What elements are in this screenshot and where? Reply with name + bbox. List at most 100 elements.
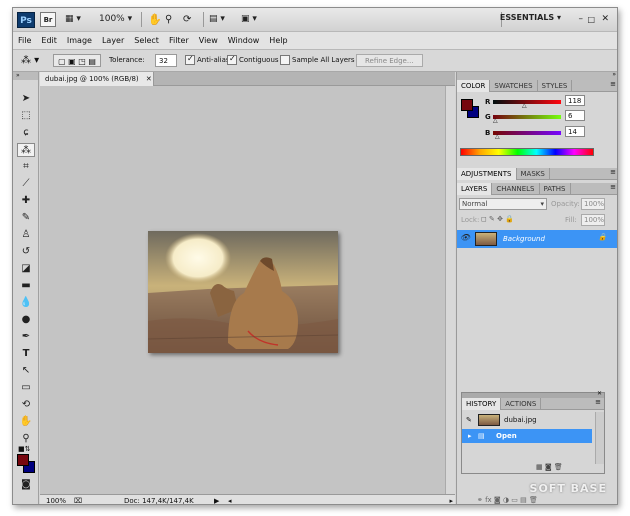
zoom-icon[interactable]: ⚲ bbox=[165, 12, 172, 27]
screen-mode-button[interactable]: ▣ ▾ bbox=[241, 12, 257, 27]
menu-layer[interactable]: Layer bbox=[97, 32, 129, 50]
lock-icons[interactable]: ◻ ✎ ✥ 🔒 bbox=[481, 215, 514, 223]
vertical-scrollbar[interactable] bbox=[445, 86, 455, 494]
lasso-tool-icon[interactable]: ɕ bbox=[17, 126, 35, 140]
color-panel-menu-icon[interactable]: ≡ bbox=[610, 80, 616, 88]
arrange-documents-button[interactable]: ▤ ▾ bbox=[209, 12, 225, 27]
rotate-view-icon[interactable]: ⟳ bbox=[183, 12, 191, 27]
tolerance-input[interactable]: 32 bbox=[155, 54, 177, 67]
close-document-icon[interactable]: ✕ bbox=[146, 75, 152, 83]
history-footer-icons[interactable]: ▦ ◙ 🗑 bbox=[536, 463, 563, 471]
menu-select[interactable]: Select bbox=[129, 32, 164, 50]
selection-mode-buttons[interactable]: ▢ ▣ ◳ ▤ bbox=[53, 54, 101, 67]
red-value-input[interactable]: 118 bbox=[565, 95, 585, 106]
menu-file[interactable]: File bbox=[13, 32, 36, 50]
default-colors-icon[interactable]: ■⇅ bbox=[18, 445, 30, 453]
status-menu-arrow-icon[interactable]: ▶ bbox=[214, 495, 219, 504]
status-zoom[interactable]: 100% bbox=[46, 495, 66, 504]
history-snapshot-row[interactable]: ✎ dubai.jpg bbox=[462, 413, 592, 427]
adjustments-menu-icon[interactable]: ≡ bbox=[610, 168, 616, 176]
history-panel-close-icon[interactable]: ✕ bbox=[597, 390, 602, 397]
quick-mask-icon[interactable]: ◙ bbox=[17, 478, 35, 492]
canvas-image[interactable] bbox=[148, 231, 338, 353]
eraser-tool-icon[interactable]: ◪ bbox=[17, 262, 35, 276]
magic-wand-preset-icon[interactable]: ⁂ ▾ bbox=[21, 54, 39, 67]
antialias-checkbox[interactable]: ✓ bbox=[185, 54, 195, 65]
tab-color[interactable]: COLOR bbox=[457, 80, 491, 92]
foreground-color-swatch[interactable] bbox=[17, 454, 29, 466]
blue-slider-thumb-icon[interactable]: △ bbox=[495, 133, 500, 140]
menu-view[interactable]: View bbox=[194, 32, 223, 50]
type-tool-icon[interactable]: T bbox=[17, 347, 35, 361]
pen-tool-icon[interactable]: ✒ bbox=[17, 330, 35, 344]
healing-brush-tool-icon[interactable]: ✚ bbox=[17, 194, 35, 208]
menu-image[interactable]: Image bbox=[62, 32, 97, 50]
green-slider-thumb-icon[interactable]: △ bbox=[493, 117, 498, 124]
dodge-tool-icon[interactable]: ● bbox=[17, 313, 35, 327]
layer-row-background[interactable]: 👁 Background 🔒 bbox=[457, 230, 617, 248]
blue-value-input[interactable]: 14 bbox=[565, 126, 585, 137]
zoom-level-dropdown[interactable]: 100% ▾ bbox=[99, 12, 132, 27]
move-tool-icon[interactable]: ➤ bbox=[17, 92, 35, 106]
hand-tool-icon[interactable]: ✋ bbox=[17, 415, 35, 429]
status-preview-icon[interactable]: ⌧ bbox=[74, 495, 82, 504]
hand-icon[interactable]: ✋ bbox=[148, 12, 162, 27]
eyedropper-tool-icon[interactable]: ⟋ bbox=[17, 177, 35, 191]
crop-tool-icon[interactable]: ⌗ bbox=[17, 160, 35, 174]
tab-channels[interactable]: CHANNELS bbox=[492, 183, 540, 195]
sample-all-layers-checkbox[interactable] bbox=[280, 55, 290, 65]
green-slider[interactable]: △ bbox=[493, 115, 561, 124]
history-scrollbar[interactable] bbox=[595, 412, 604, 464]
history-step-row[interactable]: ▸ ▤ Open bbox=[462, 429, 592, 443]
menu-edit[interactable]: Edit bbox=[36, 32, 62, 50]
fill-input[interactable]: 100% bbox=[581, 214, 605, 226]
tab-adjustments[interactable]: ADJUSTMENTS bbox=[457, 168, 517, 180]
clone-stamp-tool-icon[interactable]: ♙ bbox=[17, 228, 35, 242]
zoom-tool-icon[interactable]: ⚲ bbox=[17, 432, 35, 446]
opacity-input[interactable]: 100% bbox=[581, 198, 605, 210]
color-fg-swatch[interactable] bbox=[461, 99, 473, 111]
layers-footer-icons[interactable]: ⚭ fx ◙ ◑ ▭ ▤ 🗑 bbox=[477, 496, 538, 504]
document-tab[interactable]: dubai.jpg @ 100% (RGB/8) ✕ bbox=[40, 72, 154, 86]
menu-help[interactable]: Help bbox=[264, 32, 292, 50]
3d-rotate-tool-icon[interactable]: ⟲ bbox=[17, 398, 35, 412]
layers-menu-icon[interactable]: ≡ bbox=[610, 183, 616, 191]
layer-visibility-eye-icon[interactable]: 👁 bbox=[460, 233, 470, 242]
path-selection-tool-icon[interactable]: ↖ bbox=[17, 364, 35, 378]
maximize-button[interactable]: □ bbox=[587, 12, 595, 27]
launch-bridge-button[interactable]: Br bbox=[40, 12, 56, 27]
tab-paths[interactable]: PATHS bbox=[540, 183, 571, 195]
red-slider-thumb-icon[interactable]: △ bbox=[522, 102, 527, 109]
color-spectrum-bar[interactable] bbox=[460, 148, 594, 156]
contiguous-checkbox[interactable]: ✓ bbox=[227, 54, 237, 65]
green-value-input[interactable]: 6 bbox=[565, 110, 585, 121]
blur-tool-icon[interactable]: 💧 bbox=[17, 296, 35, 310]
red-slider[interactable]: △ bbox=[493, 100, 561, 109]
tools-collapse-icon[interactable]: » bbox=[13, 72, 38, 80]
blend-mode-dropdown[interactable]: Normal ▾ bbox=[459, 198, 547, 210]
scroll-right-icon[interactable]: ▸ bbox=[449, 495, 453, 504]
tab-layers[interactable]: LAYERS bbox=[457, 183, 493, 195]
view-extras-button[interactable]: ▦ ▾ bbox=[65, 12, 81, 27]
history-menu-icon[interactable]: ≡ bbox=[595, 398, 601, 406]
gradient-tool-icon[interactable]: ▬ bbox=[17, 279, 35, 293]
menu-filter[interactable]: Filter bbox=[164, 32, 194, 50]
tab-history[interactable]: HISTORY bbox=[462, 398, 502, 410]
tab-swatches[interactable]: SWATCHES bbox=[490, 80, 538, 92]
expand-panels-icon[interactable]: » bbox=[612, 71, 616, 78]
tab-styles[interactable]: STYLES bbox=[538, 80, 573, 92]
workspace-switcher[interactable]: ESSENTIALS ▾ bbox=[500, 13, 561, 22]
rectangle-tool-icon[interactable]: ▭ bbox=[17, 381, 35, 395]
close-button[interactable]: ✕ bbox=[601, 12, 609, 27]
minimize-button[interactable]: – bbox=[579, 12, 584, 27]
tab-actions[interactable]: ACTIONS bbox=[501, 398, 542, 410]
scroll-left-icon[interactable]: ◂ bbox=[228, 495, 232, 504]
blue-slider[interactable]: △ bbox=[493, 131, 561, 140]
brush-tool-icon[interactable]: ✎ bbox=[17, 211, 35, 225]
magic-wand-tool-icon[interactable]: ⁂ bbox=[17, 143, 35, 157]
marquee-tool-icon[interactable]: ⬚ bbox=[17, 109, 35, 123]
history-brush-tool-icon[interactable]: ↺ bbox=[17, 245, 35, 259]
menu-window[interactable]: Window bbox=[223, 32, 265, 50]
refine-edge-button[interactable]: Refine Edge... bbox=[356, 54, 423, 67]
tab-masks[interactable]: MASKS bbox=[517, 168, 550, 180]
